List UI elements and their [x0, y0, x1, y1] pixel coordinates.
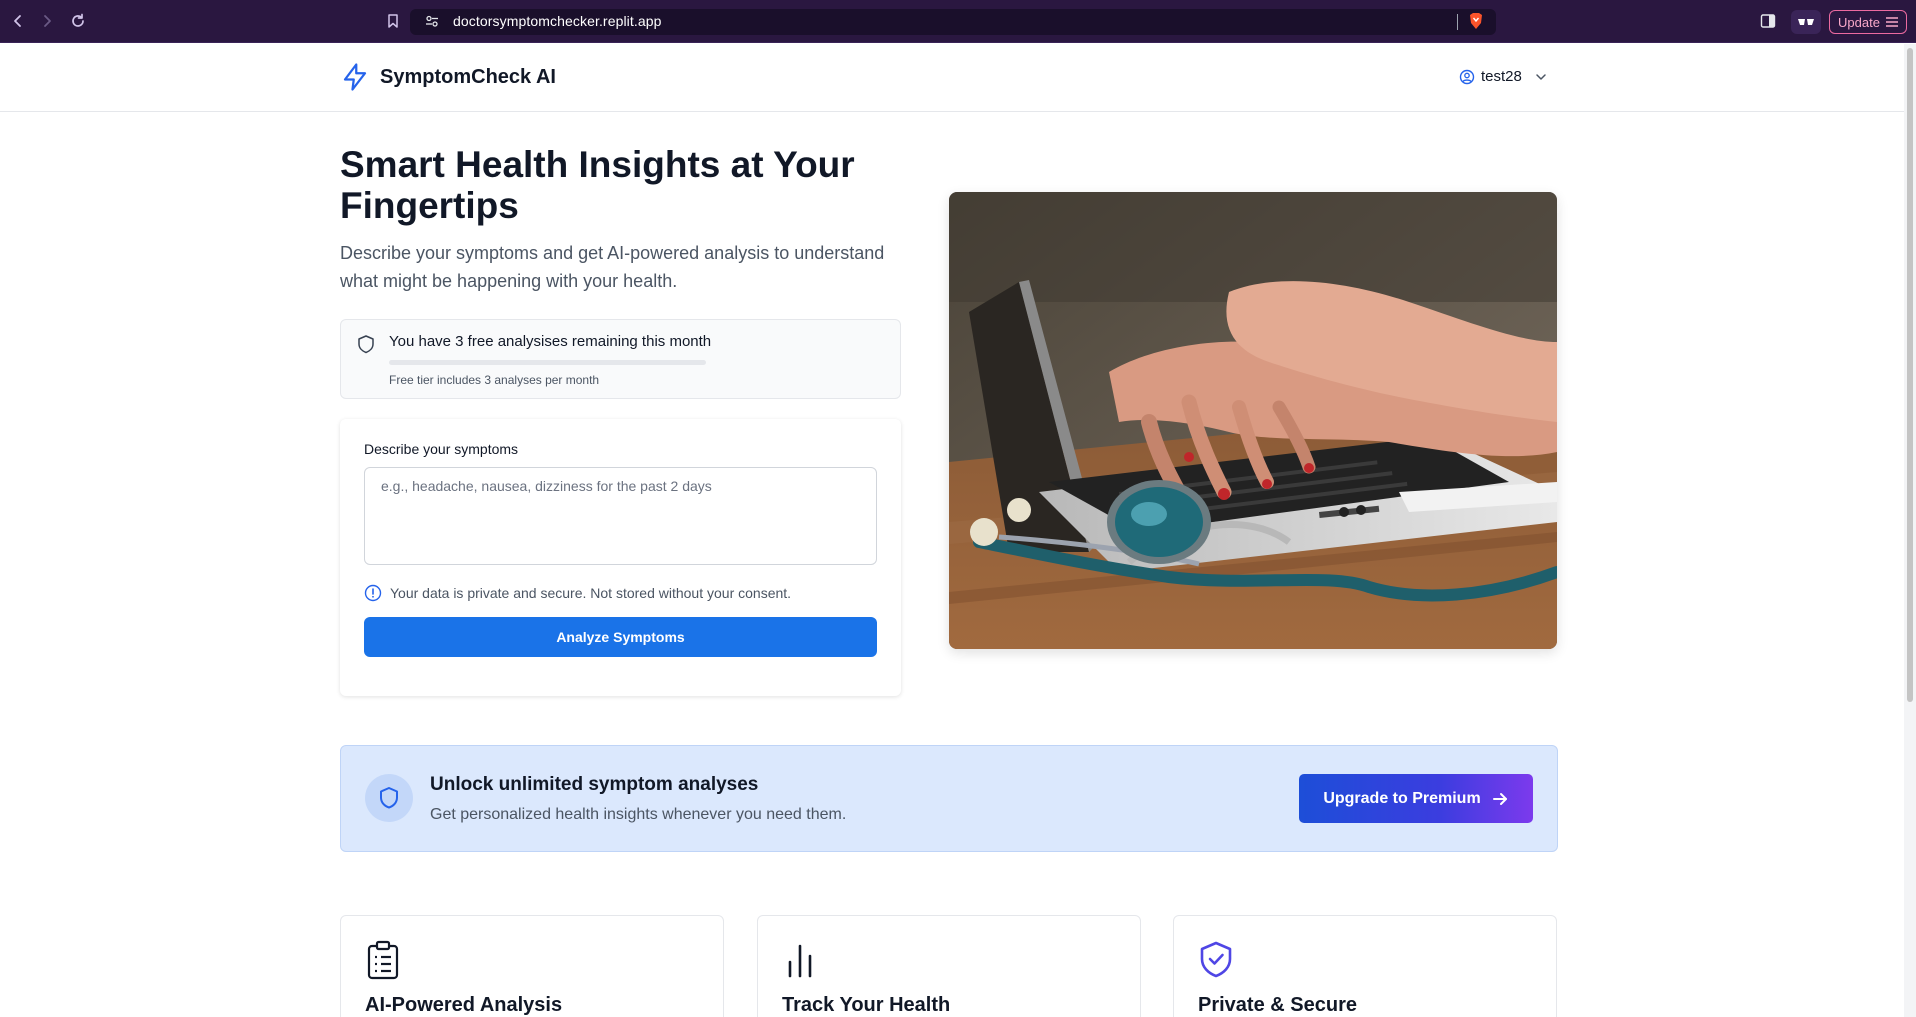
shield-check-icon: [1200, 941, 1232, 978]
symptoms-textarea[interactable]: [364, 467, 877, 565]
brand-name: SymptomCheck AI: [380, 65, 556, 88]
update-label: Update: [1838, 14, 1880, 30]
arrow-right-icon: [1492, 792, 1507, 805]
scrollbar-thumb[interactable]: [1907, 48, 1913, 702]
quota-progress-bar: [389, 360, 706, 365]
info-circle-icon: [364, 584, 382, 602]
upgrade-banner: Unlock unlimited symptom analyses Get pe…: [340, 745, 1558, 852]
reload-icon[interactable]: [68, 11, 88, 31]
url-divider: [1457, 14, 1458, 30]
upgrade-icon-badge: [365, 774, 413, 822]
upgrade-to-premium-button[interactable]: Upgrade to Premium: [1299, 774, 1533, 823]
feature-card-track-health: Track Your Health: [757, 915, 1141, 1017]
brand-logo[interactable]: SymptomCheck AI: [340, 62, 556, 92]
analyze-symptoms-button[interactable]: Analyze Symptoms: [364, 617, 877, 657]
privacy-note-text: Your data is private and secure. Not sto…: [390, 585, 792, 601]
quota-note: Free tier includes 3 analyses per month: [389, 373, 600, 387]
upgrade-subtitle: Get personalized health insights wheneve…: [430, 806, 847, 823]
feature-title: Private & Secure: [1198, 994, 1357, 1016]
username: test28: [1481, 68, 1522, 85]
sidebar-toggle-icon[interactable]: [1760, 13, 1776, 34]
hero-laptop-stethoscope-image: [949, 192, 1557, 649]
privacy-note: Your data is private and secure. Not sto…: [364, 584, 791, 602]
upgrade-button-label: Upgrade to Premium: [1323, 789, 1481, 807]
user-circle-icon: [1459, 69, 1475, 84]
symptom-form: Describe your symptoms Your data is priv…: [340, 419, 901, 696]
page-scrollbar[interactable]: [1904, 44, 1916, 1017]
wallet-icon[interactable]: [1791, 10, 1821, 34]
hero-subtitle: Describe your symptoms and get AI-powere…: [340, 243, 885, 291]
site-settings-icon[interactable]: [422, 11, 442, 31]
shield-icon: [380, 787, 398, 809]
quota-message: You have 3 free analysises remaining thi…: [389, 333, 712, 350]
chevron-down-icon: [1536, 73, 1546, 80]
page-viewport: SymptomCheck AI test28 Smart Health Insi…: [0, 44, 1904, 1017]
url-text[interactable]: doctorsymptomchecker.replit.app: [453, 13, 662, 29]
symptoms-label: Describe your symptoms: [364, 441, 519, 457]
hero-title: Smart Health Insights at Your Fingertips: [340, 144, 855, 226]
shield-icon: [358, 335, 374, 354]
bookmark-icon[interactable]: [383, 11, 403, 31]
browser-toolbar: doctorsymptomchecker.replit.app Update: [0, 0, 1916, 43]
free-quota-panel: You have 3 free analysises remaining thi…: [340, 319, 901, 399]
menu-icon: [1885, 17, 1898, 27]
brave-shield-icon[interactable]: [1468, 12, 1484, 35]
back-icon[interactable]: [8, 11, 28, 31]
update-button[interactable]: Update: [1829, 10, 1907, 34]
forward-icon[interactable]: [37, 11, 57, 31]
user-menu[interactable]: test28: [1459, 68, 1548, 85]
feature-card-ai-analysis: AI-Powered Analysis: [340, 915, 724, 1017]
upgrade-title: Unlock unlimited symptom analyses: [430, 774, 759, 795]
feature-title: Track Your Health: [782, 994, 951, 1016]
lightning-bolt-icon: [343, 63, 367, 91]
feature-title: AI-Powered Analysis: [365, 994, 563, 1016]
bar-chart-icon: [788, 944, 812, 978]
clipboard-list-icon: [367, 940, 399, 980]
site-header: SymptomCheck AI test28: [0, 44, 1904, 112]
feature-card-private-secure: Private & Secure: [1173, 915, 1557, 1017]
